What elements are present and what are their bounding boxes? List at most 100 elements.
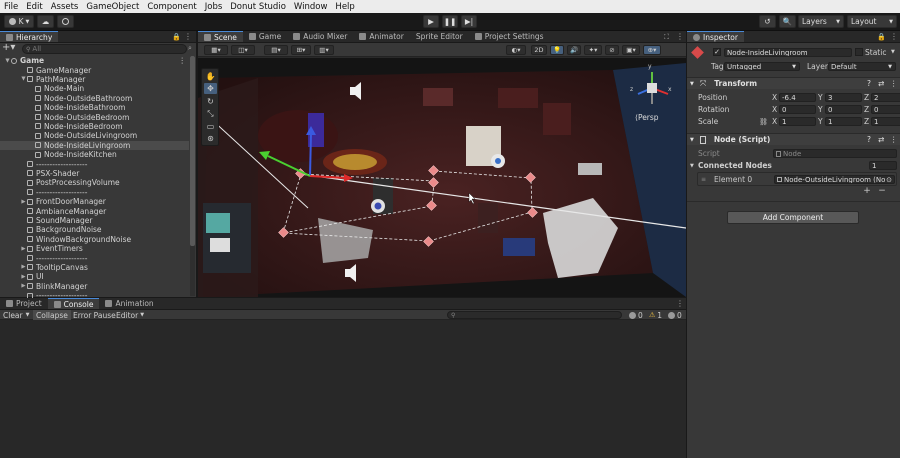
gizmos-dropdown[interactable]: ⊕▾ [643,45,661,55]
pause-button[interactable]: ❚❚ [442,15,458,28]
constrain-proportions-icon[interactable]: ⛓ [759,118,768,126]
account-button[interactable]: K ▼ [4,15,34,28]
menu-item-assets[interactable]: Assets [51,2,79,12]
audio-toggle[interactable]: 🔊 [567,45,581,55]
static-checkbox[interactable] [855,48,863,56]
tab-project-settings[interactable]: Project Settings [469,31,550,42]
hierarchy-row[interactable]: ▼ Game ⋮ [0,56,189,65]
render-mode-dropdown[interactable]: ◫▾ [231,45,255,55]
add-object-button[interactable]: +▾ [2,42,15,53]
help-icon[interactable]: ? [867,79,871,88]
more-options-icon[interactable]: ⋮ [184,32,192,41]
collab-button[interactable] [57,15,74,28]
remove-element-button[interactable]: − [876,187,888,196]
hierarchy-row[interactable]: ▼ PathManager [0,75,189,84]
chevron-right-icon[interactable]: ▶ [20,246,27,252]
hierarchy-search-input[interactable]: ⚲ All [22,44,187,54]
tab-audio-mixer[interactable]: Audio Mixer [287,31,353,42]
rotation-x-input[interactable]: 0 [779,105,816,114]
hierarchy-row[interactable]: Node-OutsideBathroom [0,94,189,103]
tab-hierarchy[interactable]: Hierarchy [0,31,59,42]
position-x-axis-label[interactable]: X [772,93,777,102]
position-y-input[interactable]: 3 [825,93,862,102]
layout-dropdown[interactable]: Layout ▼ [847,15,897,28]
chevron-right-icon[interactable]: ▶ [20,283,27,289]
element-0-field[interactable]: Node-OutsideLivingroom (No ⊙ [774,175,895,184]
tab-animation[interactable]: Animation [99,298,159,309]
hidden-objects-toggle[interactable]: ⊘ [605,45,619,55]
hierarchy-row[interactable]: Node-Main [0,84,189,93]
console-search-input[interactable]: ⚲ [447,311,622,319]
editor-dropdown[interactable]: Editor ▼ [113,310,147,320]
toggle-2d-button[interactable]: 2D [531,45,547,55]
preset-icon[interactable]: ⇄ [878,135,884,144]
hierarchy-row[interactable]: PostProcessingVolume [0,178,189,187]
position-z-axis-label[interactable]: Z [864,93,869,102]
menu-item-component[interactable]: Component [147,2,196,12]
menu-item-help[interactable]: Help [335,2,354,12]
hierarchy-row[interactable]: Node-InsideKitchen [0,150,189,159]
hierarchy-row[interactable]: ▶ BlinkManager [0,282,189,291]
lock-icon[interactable]: 🔒 [172,33,181,41]
menu-item-donut-studio[interactable]: Donut Studio [230,2,286,12]
more-options-icon[interactable]: ⋮ [890,32,898,41]
rotation-y-input[interactable]: 0 [825,105,862,114]
orientation-gizmo[interactable]: y z x [630,63,674,110]
scale-y-axis-label[interactable]: Y [818,117,823,126]
hierarchy-row[interactable]: Node-InsideLivingroom [0,140,189,150]
menu-item-gameobject[interactable]: GameObject [86,2,139,12]
node-script-header[interactable]: ▼ Node (Script) ? ⇄ ⋮ [687,133,900,145]
drag-handle-icon[interactable]: ≡ [701,176,706,183]
layer-dropdown[interactable]: Default ▼ [828,62,896,71]
hierarchy-row[interactable]: ------------------- [0,253,189,263]
hierarchy-row[interactable]: SoundManager [0,216,189,225]
add-element-button[interactable]: + [861,187,873,196]
rotation-x-axis-label[interactable]: X [772,105,777,114]
console-log-area[interactable] [0,321,686,458]
grid-visibility-dropdown[interactable]: ▥▾ [314,45,334,55]
hierarchy-row[interactable]: BackgroundNoise [0,225,189,234]
warning-filter-toggle[interactable]: ⚠ 1 [646,310,665,320]
tab-scene[interactable]: Scene [198,31,243,42]
position-x-input[interactable]: -6.4 [779,93,816,102]
layers-dropdown[interactable]: Layers ▼ [798,15,844,28]
chevron-down-icon[interactable]: ▼ [4,58,11,64]
rect-tool[interactable]: ▭ [204,121,217,132]
camera-mode-dropdown[interactable]: ◐▾ [506,45,526,55]
lighting-toggle[interactable]: 💡 [550,45,564,55]
preset-icon[interactable]: ⇄ [878,79,884,88]
grid-snap-dropdown[interactable]: ▤▾ [264,45,288,55]
hierarchy-row[interactable]: Node-OutsideBedroom [0,112,189,122]
menu-item-file[interactable]: File [4,2,18,12]
tab-inspector[interactable]: Inspector [687,31,744,42]
search-button[interactable]: 🔍 [779,15,796,28]
hierarchy-row[interactable]: PSX-Shader [0,169,189,178]
chevron-right-icon[interactable]: ▶ [20,274,27,280]
menu-item-window[interactable]: Window [294,2,328,12]
hierarchy-row[interactable]: AmbianceManager [0,206,189,216]
more-options-icon[interactable]: ⋮ [179,56,187,65]
info-filter-toggle[interactable]: 0 [626,310,646,320]
effects-dropdown[interactable]: ✦▾ [584,45,602,55]
more-options-icon[interactable]: ⋮ [890,79,898,88]
chevron-right-icon[interactable]: ▶ [20,264,27,270]
camera-settings-dropdown[interactable]: ▣▾ [622,45,640,55]
draw-mode-dropdown[interactable]: ▦▾ [204,45,228,55]
hierarchy-row[interactable]: Node-InsideBathroom [0,103,189,112]
play-button[interactable]: ▶ [423,15,439,28]
hierarchy-row[interactable]: Node-OutsideLivingroom [0,131,189,140]
hierarchy-row[interactable]: WindowBackgroundNoise [0,235,189,244]
add-component-button[interactable]: Add Component [727,211,859,224]
clear-dropdown[interactable]: Clear ▼ [0,310,32,320]
hierarchy-row[interactable]: Node-InsideBedroom [0,122,189,131]
connected-nodes-row[interactable]: ▼ Connected Nodes 1 [687,160,900,171]
object-picker-icon[interactable]: ⊙ [886,176,892,183]
chevron-down-icon[interactable]: ▼ [20,76,27,82]
collapse-toggle[interactable]: Collapse [33,310,71,320]
help-icon[interactable]: ? [867,135,871,144]
rotation-z-axis-label[interactable]: Z [864,105,869,114]
rotation-y-axis-label[interactable]: Y [818,105,823,114]
scene-viewport[interactable]: ✋ ✥ ↻ ⤡ ▭ ⊛ y z x ⟨Persp [198,58,686,297]
transform-tool[interactable]: ⊛ [204,133,217,144]
tab-console[interactable]: Console [47,298,100,309]
